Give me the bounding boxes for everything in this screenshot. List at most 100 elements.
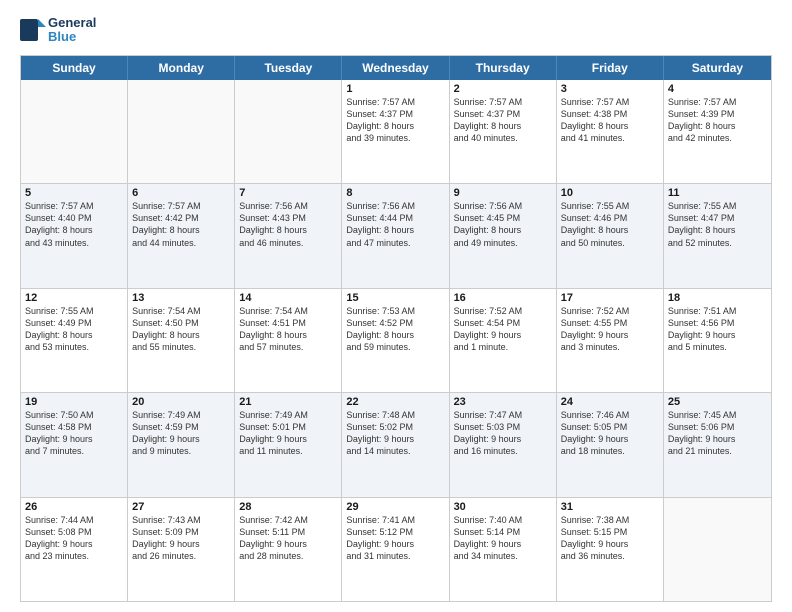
day-info: Sunrise: 7:47 AM Sunset: 5:03 PM Dayligh… bbox=[454, 409, 552, 458]
day-info: Sunrise: 7:40 AM Sunset: 5:14 PM Dayligh… bbox=[454, 514, 552, 563]
day-info: Sunrise: 7:49 AM Sunset: 4:59 PM Dayligh… bbox=[132, 409, 230, 458]
calendar-cell-day-20: 20Sunrise: 7:49 AM Sunset: 4:59 PM Dayli… bbox=[128, 393, 235, 496]
logo-line1: General bbox=[48, 16, 96, 30]
day-info: Sunrise: 7:38 AM Sunset: 5:15 PM Dayligh… bbox=[561, 514, 659, 563]
calendar-cell-day-23: 23Sunrise: 7:47 AM Sunset: 5:03 PM Dayli… bbox=[450, 393, 557, 496]
calendar-cell-day-25: 25Sunrise: 7:45 AM Sunset: 5:06 PM Dayli… bbox=[664, 393, 771, 496]
day-number: 25 bbox=[668, 396, 767, 408]
day-number: 26 bbox=[25, 501, 123, 513]
calendar: SundayMondayTuesdayWednesdayThursdayFrid… bbox=[20, 55, 772, 602]
calendar-cell-day-27: 27Sunrise: 7:43 AM Sunset: 5:09 PM Dayli… bbox=[128, 498, 235, 601]
calendar-cell-day-6: 6Sunrise: 7:57 AM Sunset: 4:42 PM Daylig… bbox=[128, 184, 235, 287]
day-info: Sunrise: 7:49 AM Sunset: 5:01 PM Dayligh… bbox=[239, 409, 337, 458]
calendar-cell-day-19: 19Sunrise: 7:50 AM Sunset: 4:58 PM Dayli… bbox=[21, 393, 128, 496]
calendar-cell-empty bbox=[235, 80, 342, 183]
day-number: 22 bbox=[346, 396, 444, 408]
logo: General Blue bbox=[20, 16, 96, 45]
day-info: Sunrise: 7:57 AM Sunset: 4:38 PM Dayligh… bbox=[561, 96, 659, 145]
calendar-cell-day-3: 3Sunrise: 7:57 AM Sunset: 4:38 PM Daylig… bbox=[557, 80, 664, 183]
day-info: Sunrise: 7:42 AM Sunset: 5:11 PM Dayligh… bbox=[239, 514, 337, 563]
day-info: Sunrise: 7:41 AM Sunset: 5:12 PM Dayligh… bbox=[346, 514, 444, 563]
day-number: 27 bbox=[132, 501, 230, 513]
calendar-cell-day-22: 22Sunrise: 7:48 AM Sunset: 5:02 PM Dayli… bbox=[342, 393, 449, 496]
day-info: Sunrise: 7:57 AM Sunset: 4:42 PM Dayligh… bbox=[132, 200, 230, 249]
day-number: 20 bbox=[132, 396, 230, 408]
calendar-cell-day-5: 5Sunrise: 7:57 AM Sunset: 4:40 PM Daylig… bbox=[21, 184, 128, 287]
day-number: 30 bbox=[454, 501, 552, 513]
day-info: Sunrise: 7:56 AM Sunset: 4:43 PM Dayligh… bbox=[239, 200, 337, 249]
day-number: 14 bbox=[239, 292, 337, 304]
header-day-thursday: Thursday bbox=[450, 56, 557, 80]
day-info: Sunrise: 7:48 AM Sunset: 5:02 PM Dayligh… bbox=[346, 409, 444, 458]
day-number: 12 bbox=[25, 292, 123, 304]
day-info: Sunrise: 7:52 AM Sunset: 4:55 PM Dayligh… bbox=[561, 305, 659, 354]
header-day-sunday: Sunday bbox=[21, 56, 128, 80]
header-day-wednesday: Wednesday bbox=[342, 56, 449, 80]
day-info: Sunrise: 7:57 AM Sunset: 4:37 PM Dayligh… bbox=[454, 96, 552, 145]
day-info: Sunrise: 7:57 AM Sunset: 4:37 PM Dayligh… bbox=[346, 96, 444, 145]
day-info: Sunrise: 7:54 AM Sunset: 4:51 PM Dayligh… bbox=[239, 305, 337, 354]
logo-graphic-icon bbox=[20, 19, 46, 41]
day-info: Sunrise: 7:56 AM Sunset: 4:44 PM Dayligh… bbox=[346, 200, 444, 249]
day-info: Sunrise: 7:55 AM Sunset: 4:46 PM Dayligh… bbox=[561, 200, 659, 249]
calendar-header: SundayMondayTuesdayWednesdayThursdayFrid… bbox=[21, 56, 771, 80]
calendar-cell-day-21: 21Sunrise: 7:49 AM Sunset: 5:01 PM Dayli… bbox=[235, 393, 342, 496]
header: General Blue bbox=[20, 16, 772, 45]
calendar-cell-day-14: 14Sunrise: 7:54 AM Sunset: 4:51 PM Dayli… bbox=[235, 289, 342, 392]
day-number: 3 bbox=[561, 83, 659, 95]
logo-line2: Blue bbox=[48, 30, 96, 44]
calendar-cell-day-30: 30Sunrise: 7:40 AM Sunset: 5:14 PM Dayli… bbox=[450, 498, 557, 601]
day-info: Sunrise: 7:44 AM Sunset: 5:08 PM Dayligh… bbox=[25, 514, 123, 563]
day-number: 4 bbox=[668, 83, 767, 95]
calendar-cell-day-8: 8Sunrise: 7:56 AM Sunset: 4:44 PM Daylig… bbox=[342, 184, 449, 287]
day-number: 23 bbox=[454, 396, 552, 408]
day-info: Sunrise: 7:54 AM Sunset: 4:50 PM Dayligh… bbox=[132, 305, 230, 354]
day-number: 11 bbox=[668, 187, 767, 199]
calendar-cell-day-26: 26Sunrise: 7:44 AM Sunset: 5:08 PM Dayli… bbox=[21, 498, 128, 601]
calendar-cell-day-17: 17Sunrise: 7:52 AM Sunset: 4:55 PM Dayli… bbox=[557, 289, 664, 392]
day-number: 5 bbox=[25, 187, 123, 199]
day-number: 9 bbox=[454, 187, 552, 199]
day-info: Sunrise: 7:57 AM Sunset: 4:39 PM Dayligh… bbox=[668, 96, 767, 145]
day-info: Sunrise: 7:56 AM Sunset: 4:45 PM Dayligh… bbox=[454, 200, 552, 249]
calendar-cell-day-15: 15Sunrise: 7:53 AM Sunset: 4:52 PM Dayli… bbox=[342, 289, 449, 392]
calendar-cell-day-31: 31Sunrise: 7:38 AM Sunset: 5:15 PM Dayli… bbox=[557, 498, 664, 601]
calendar-cell-day-12: 12Sunrise: 7:55 AM Sunset: 4:49 PM Dayli… bbox=[21, 289, 128, 392]
calendar-cell-empty bbox=[664, 498, 771, 601]
calendar-cell-day-11: 11Sunrise: 7:55 AM Sunset: 4:47 PM Dayli… bbox=[664, 184, 771, 287]
calendar-cell-day-9: 9Sunrise: 7:56 AM Sunset: 4:45 PM Daylig… bbox=[450, 184, 557, 287]
calendar-cell-day-13: 13Sunrise: 7:54 AM Sunset: 4:50 PM Dayli… bbox=[128, 289, 235, 392]
day-info: Sunrise: 7:57 AM Sunset: 4:40 PM Dayligh… bbox=[25, 200, 123, 249]
day-info: Sunrise: 7:50 AM Sunset: 4:58 PM Dayligh… bbox=[25, 409, 123, 458]
calendar-cell-day-28: 28Sunrise: 7:42 AM Sunset: 5:11 PM Dayli… bbox=[235, 498, 342, 601]
day-number: 31 bbox=[561, 501, 659, 513]
day-number: 13 bbox=[132, 292, 230, 304]
day-number: 28 bbox=[239, 501, 337, 513]
day-info: Sunrise: 7:53 AM Sunset: 4:52 PM Dayligh… bbox=[346, 305, 444, 354]
day-info: Sunrise: 7:55 AM Sunset: 4:47 PM Dayligh… bbox=[668, 200, 767, 249]
day-number: 24 bbox=[561, 396, 659, 408]
calendar-cell-day-2: 2Sunrise: 7:57 AM Sunset: 4:37 PM Daylig… bbox=[450, 80, 557, 183]
day-info: Sunrise: 7:51 AM Sunset: 4:56 PM Dayligh… bbox=[668, 305, 767, 354]
calendar-cell-day-24: 24Sunrise: 7:46 AM Sunset: 5:05 PM Dayli… bbox=[557, 393, 664, 496]
header-day-monday: Monday bbox=[128, 56, 235, 80]
day-info: Sunrise: 7:45 AM Sunset: 5:06 PM Dayligh… bbox=[668, 409, 767, 458]
calendar-row-2: 5Sunrise: 7:57 AM Sunset: 4:40 PM Daylig… bbox=[21, 184, 771, 288]
day-number: 6 bbox=[132, 187, 230, 199]
calendar-cell-empty bbox=[128, 80, 235, 183]
header-day-saturday: Saturday bbox=[664, 56, 771, 80]
calendar-cell-day-7: 7Sunrise: 7:56 AM Sunset: 4:43 PM Daylig… bbox=[235, 184, 342, 287]
day-number: 18 bbox=[668, 292, 767, 304]
calendar-cell-empty bbox=[21, 80, 128, 183]
calendar-cell-day-29: 29Sunrise: 7:41 AM Sunset: 5:12 PM Dayli… bbox=[342, 498, 449, 601]
day-number: 17 bbox=[561, 292, 659, 304]
header-day-tuesday: Tuesday bbox=[235, 56, 342, 80]
calendar-cell-day-10: 10Sunrise: 7:55 AM Sunset: 4:46 PM Dayli… bbox=[557, 184, 664, 287]
calendar-body: 1Sunrise: 7:57 AM Sunset: 4:37 PM Daylig… bbox=[21, 80, 771, 601]
calendar-row-5: 26Sunrise: 7:44 AM Sunset: 5:08 PM Dayli… bbox=[21, 498, 771, 601]
day-number: 10 bbox=[561, 187, 659, 199]
day-number: 8 bbox=[346, 187, 444, 199]
day-number: 2 bbox=[454, 83, 552, 95]
header-day-friday: Friday bbox=[557, 56, 664, 80]
calendar-cell-day-18: 18Sunrise: 7:51 AM Sunset: 4:56 PM Dayli… bbox=[664, 289, 771, 392]
